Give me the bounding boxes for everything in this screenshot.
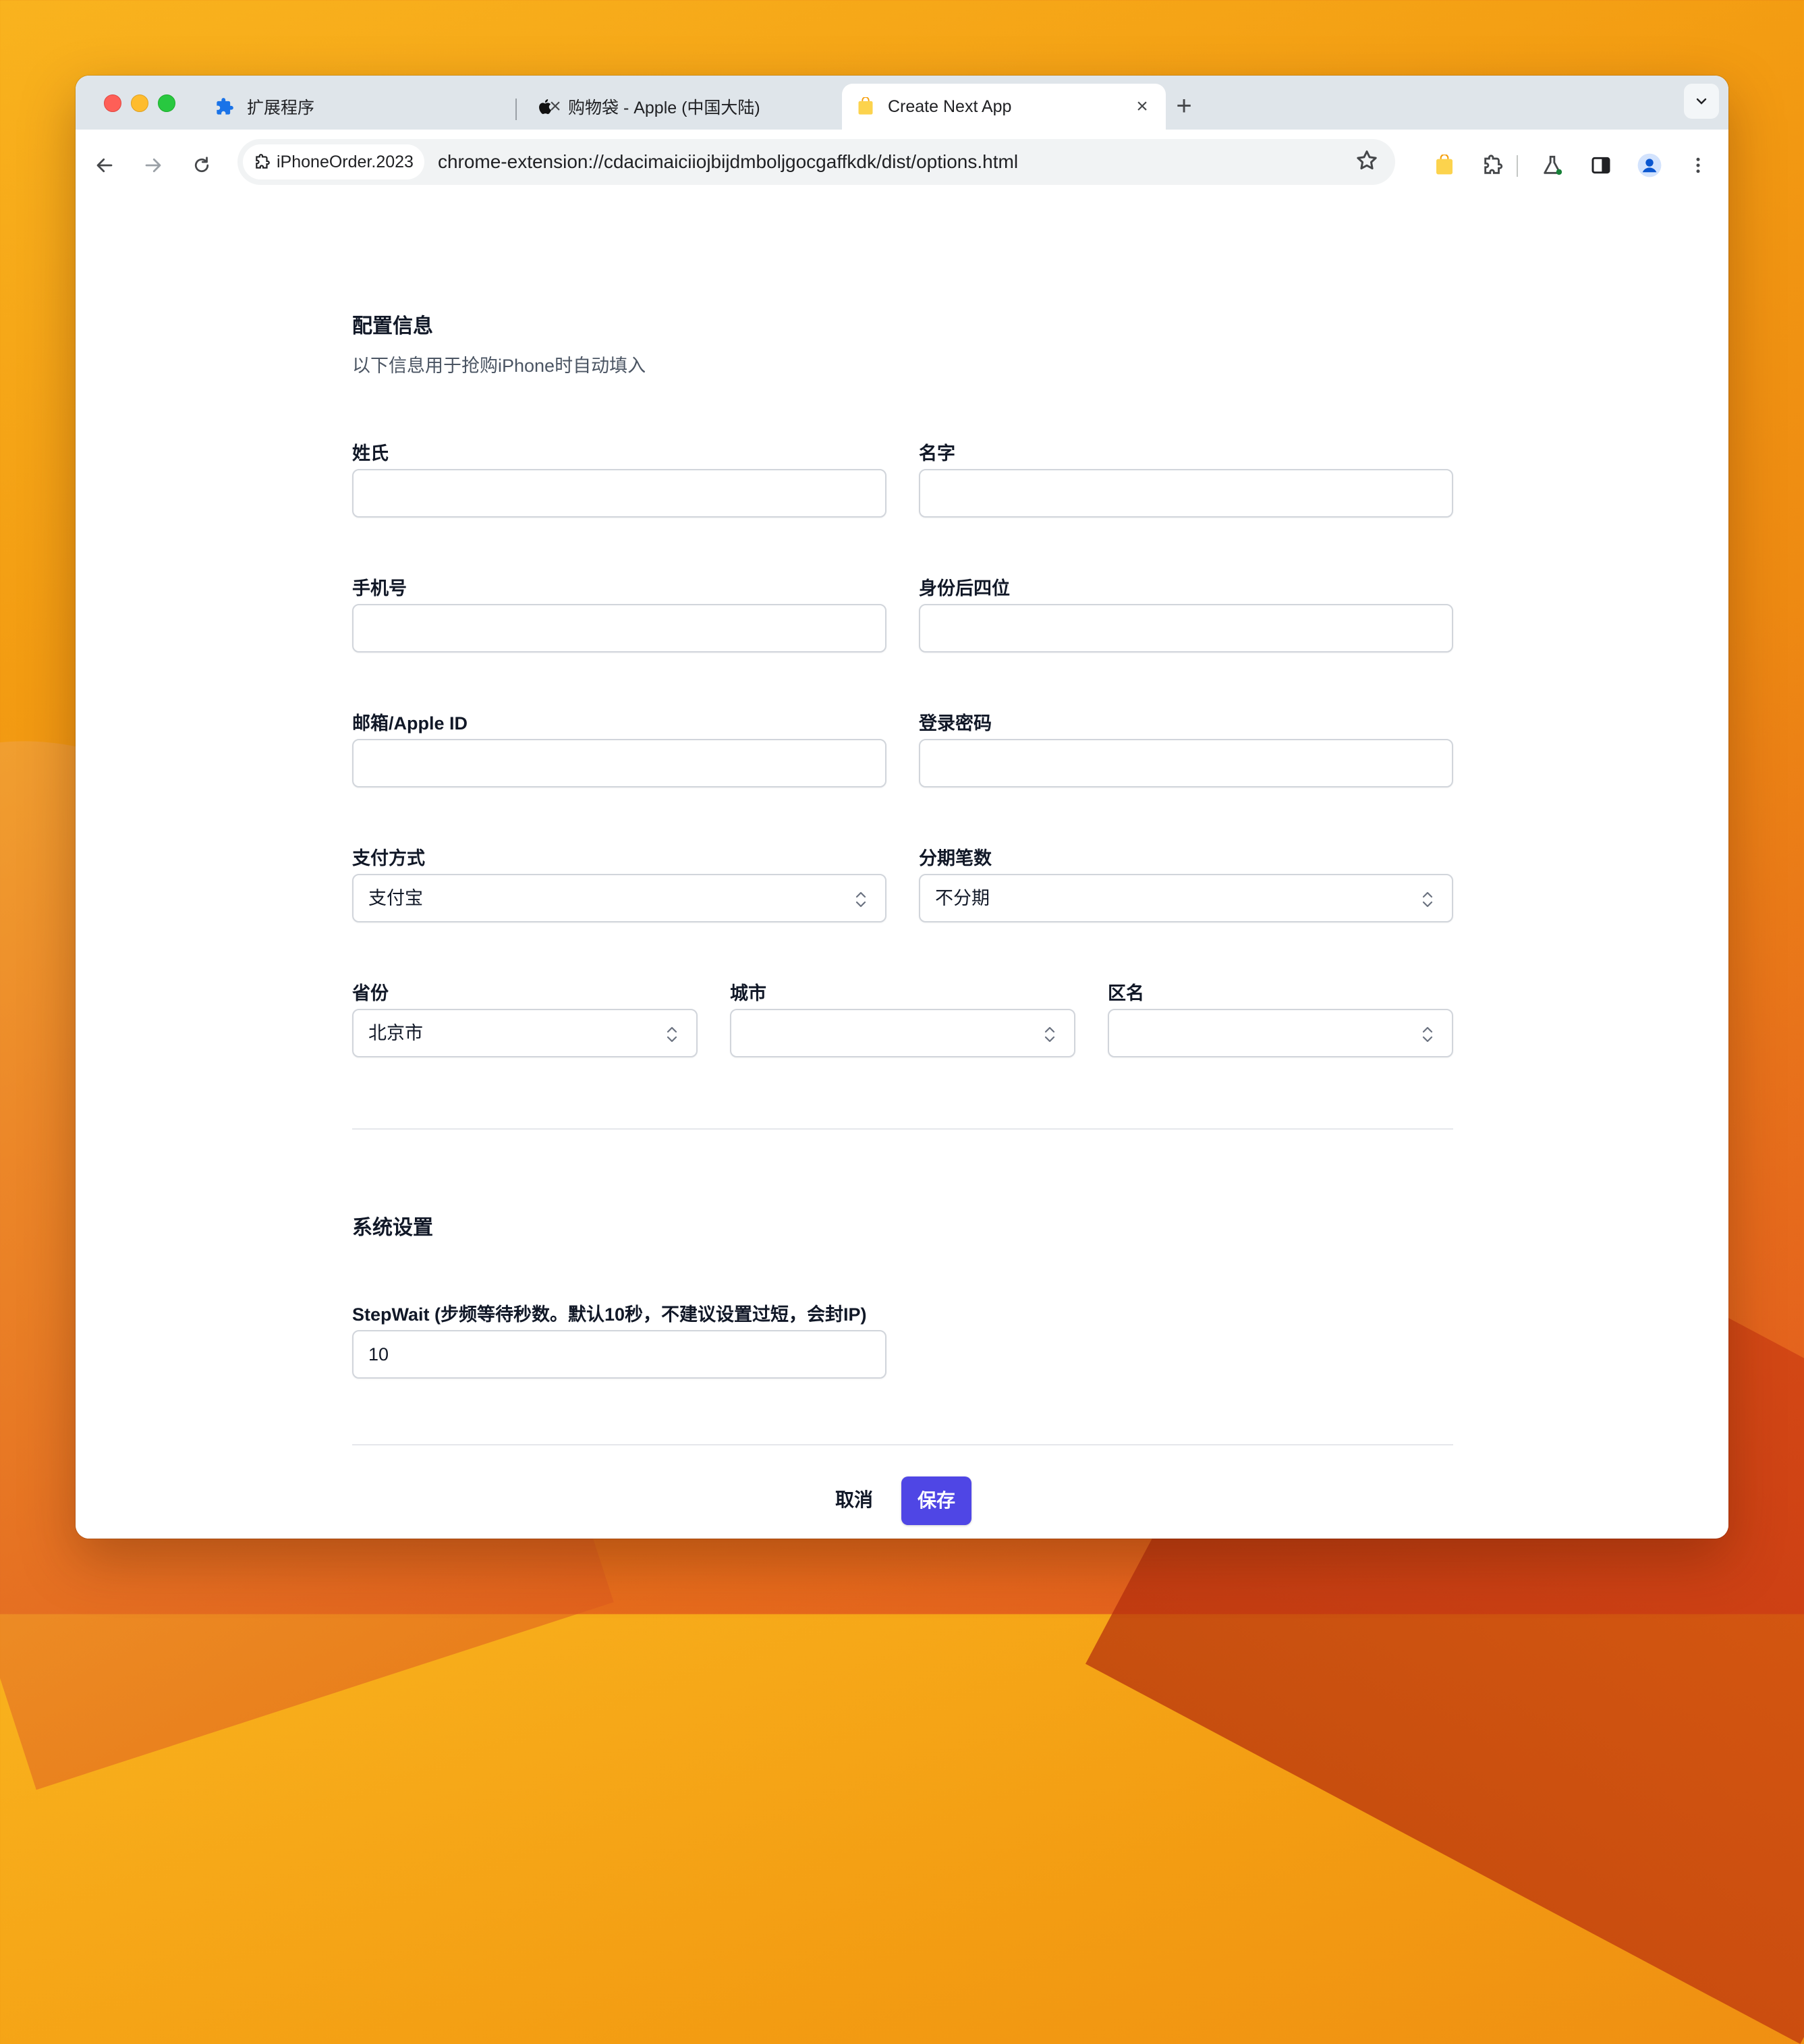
phone-label: 手机号 [352, 578, 407, 599]
installments-select[interactable]: 不分期 [919, 874, 1453, 922]
labs-button[interactable] [1537, 150, 1568, 181]
tab-separator [515, 99, 517, 120]
reload-button[interactable] [186, 150, 217, 181]
bag-icon [1436, 155, 1453, 175]
select-chevron-icon [1422, 1026, 1433, 1043]
arrow-left-icon [96, 158, 113, 173]
section-title-config: 配置信息 [352, 315, 433, 337]
phone-input[interactable] [352, 604, 886, 653]
tab-bar: 扩展程序 × 购物袋 - Apple (中国大陆) × Create Next … [76, 76, 1728, 130]
province-select[interactable]: 北京市 [352, 1009, 698, 1057]
select-chevron-icon [667, 1026, 677, 1043]
select-chevron-icon [1422, 891, 1433, 908]
email-label: 邮箱/Apple ID [352, 713, 468, 734]
window-close-button[interactable] [104, 94, 121, 112]
options-page: 配置信息 以下信息用于抢购iPhone时自动填入 姓氏 名字 手机号 身份后四位… [76, 201, 1728, 1539]
window-minimize-button[interactable] [131, 94, 148, 112]
extension-bag-button[interactable] [1429, 150, 1460, 181]
first-name-input[interactable] [919, 469, 1453, 518]
tab-title: 购物袋 - Apple (中国大陆) [568, 99, 760, 117]
payment-selected-value: 支付宝 [368, 888, 423, 908]
site-info-chip[interactable]: iPhoneOrder.2023 [243, 144, 424, 179]
installments-label: 分期笔数 [919, 848, 992, 868]
section-title-system: 系统设置 [352, 1217, 433, 1239]
province-selected-value: 北京市 [368, 1023, 423, 1043]
side-panel-button[interactable] [1585, 150, 1616, 181]
back-button[interactable] [89, 150, 120, 181]
password-input[interactable] [919, 739, 1453, 788]
forward-button[interactable] [138, 150, 169, 181]
save-button[interactable]: 保存 [901, 1476, 971, 1525]
city-label: 城市 [730, 983, 766, 1003]
email-input[interactable] [352, 739, 886, 788]
id-last4-input[interactable] [919, 604, 1453, 653]
browser-toolbar: iPhoneOrder.2023 chrome-extension://cdac… [76, 130, 1728, 202]
chevron-down-icon [1696, 98, 1707, 105]
arrow-right-icon [145, 158, 161, 173]
section-description: 以下信息用于抢购iPhone时自动填入 [352, 356, 646, 376]
reload-icon [194, 157, 209, 173]
select-chevron-icon [1044, 1026, 1055, 1043]
extensions-button[interactable] [1477, 150, 1509, 181]
browser-window: 扩展程序 × 购物袋 - Apple (中国大陆) × Create Next … [76, 76, 1728, 1539]
bookmark-star-icon[interactable] [1355, 148, 1379, 176]
section-divider [352, 1128, 1453, 1130]
extension-icon [256, 154, 270, 169]
tab-title: Create Next App [888, 96, 1012, 116]
section-divider [352, 1444, 1453, 1445]
last-name-label: 姓氏 [352, 443, 389, 464]
puzzle-icon [215, 96, 235, 117]
password-label: 登录密码 [919, 713, 992, 734]
first-name-label: 名字 [919, 443, 955, 464]
puzzle-icon [1484, 155, 1503, 174]
more-vertical-icon [1696, 157, 1700, 173]
id-last4-label: 身份后四位 [919, 578, 1010, 599]
stepwait-input[interactable]: 10 [352, 1330, 886, 1379]
installments-selected-value: 不分期 [935, 888, 990, 908]
tab-title: 扩展程序 [247, 99, 315, 117]
bag-icon [855, 96, 876, 117]
district-label: 区名 [1108, 983, 1144, 1003]
payment-label: 支付方式 [352, 848, 425, 868]
district-select[interactable] [1108, 1009, 1453, 1057]
cancel-button[interactable]: 取消 [826, 1476, 882, 1524]
side-panel-icon [1591, 157, 1610, 174]
toolbar-separator [1517, 155, 1518, 177]
tab-search-button[interactable] [1684, 84, 1719, 119]
avatar-icon [1637, 153, 1662, 177]
city-select[interactable] [730, 1009, 1075, 1057]
address-bar[interactable]: iPhoneOrder.2023 chrome-extension://cdac… [237, 139, 1395, 185]
apple-icon [536, 96, 556, 117]
window-maximize-button[interactable] [158, 94, 175, 112]
stepwait-label: StepWait (步频等待秒数。默认10秒，不建议设置过短，会封IP) [352, 1304, 867, 1325]
menu-button[interactable] [1683, 150, 1714, 181]
last-name-input[interactable] [352, 469, 886, 518]
url-text[interactable]: chrome-extension://cdacimaiciiojbijdmbol… [438, 151, 1018, 173]
site-chip-label: iPhoneOrder.2023 [277, 152, 414, 171]
tab-create-next-app[interactable]: Create Next App × [842, 84, 1166, 130]
new-tab-button[interactable]: + [1167, 89, 1201, 123]
province-label: 省份 [352, 983, 389, 1003]
select-chevron-icon [855, 891, 866, 908]
payment-select[interactable]: 支付宝 [352, 874, 886, 922]
close-icon[interactable]: × [1132, 96, 1152, 117]
flask-icon [1544, 155, 1562, 175]
profile-button[interactable] [1634, 150, 1665, 181]
